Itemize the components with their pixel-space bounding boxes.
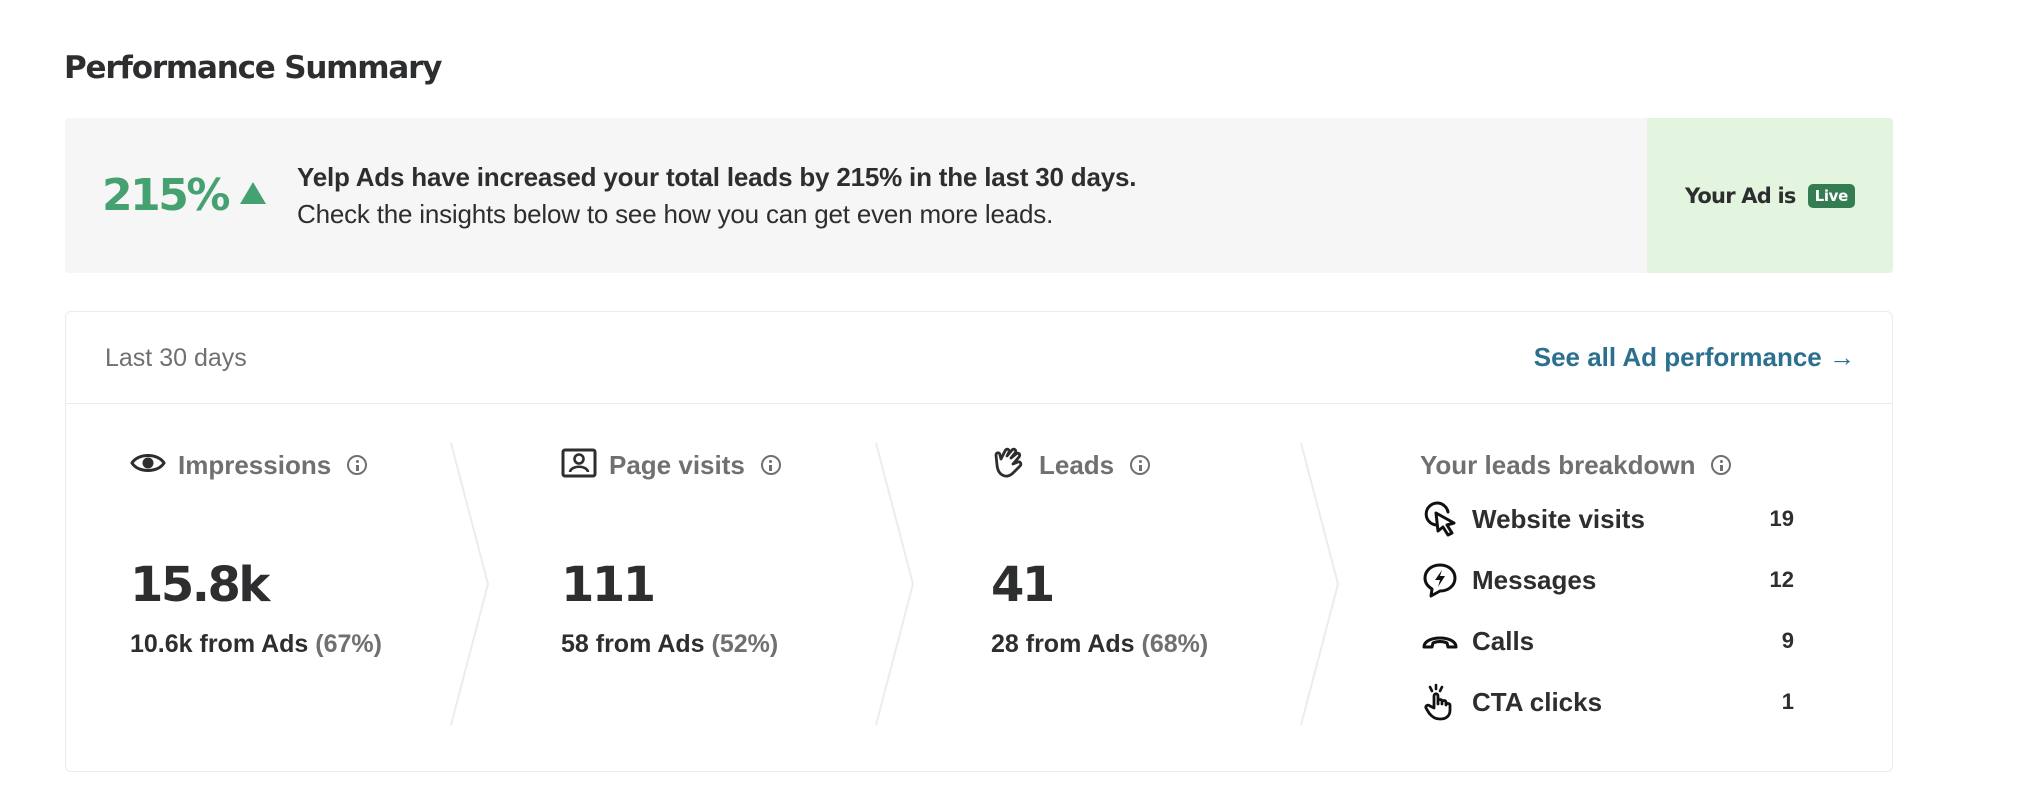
metric-label: Leads xyxy=(1039,449,1115,480)
banner-message-headline: Yelp Ads have increased your total leads… xyxy=(297,162,1137,192)
increase-value: 215% xyxy=(102,170,230,221)
from-ads-text: 28 from Ads xyxy=(991,630,1135,658)
metric-page-visits: Page visits 111 58 from Ads (52%) xyxy=(561,447,781,658)
info-icon[interactable] xyxy=(1130,455,1151,475)
increase-indicator: 215% xyxy=(102,170,266,221)
triangle-up-icon xyxy=(239,181,266,204)
ads-share: (67%) xyxy=(315,630,382,658)
leads-breakdown: Your leads breakdown Website visits 19 M… xyxy=(1420,447,1850,721)
period-label: Last 30 days xyxy=(105,344,247,372)
phone-icon xyxy=(1420,621,1460,661)
breakdown-item-calls: Calls 9 xyxy=(1420,621,1850,661)
breakdown-count: 1 xyxy=(1781,689,1794,714)
metric-from-ads: 10.6k from Ads (67%) xyxy=(130,630,382,659)
breakdown-item-cta-clicks: CTA clicks 1 xyxy=(1420,682,1850,722)
profile-card-icon xyxy=(561,448,597,483)
breakdown-count: 9 xyxy=(1781,628,1794,653)
funnel-divider xyxy=(875,443,915,725)
eye-icon xyxy=(130,451,166,480)
see-all-ad-performance-link[interactable]: See all Ad performance → xyxy=(1534,342,1855,373)
metric-label: Impressions xyxy=(178,449,332,480)
page-title: Performance Summary xyxy=(64,50,442,86)
banner-message-subtext: Check the insights below to see how you … xyxy=(297,199,1054,229)
metric-value: 41 xyxy=(991,557,1055,613)
card-header: Last 30 days See all Ad performance → xyxy=(66,312,1892,404)
metric-impressions: Impressions 15.8k 10.6k from Ads (67%) xyxy=(130,447,382,659)
metric-from-ads: 58 from Ads (52%) xyxy=(561,630,778,659)
ads-share: (68%) xyxy=(1141,630,1209,658)
breakdown-item-messages: Messages 12 xyxy=(1420,560,1850,600)
breakdown-label: Calls xyxy=(1472,625,1535,656)
breakdown-count: 19 xyxy=(1769,506,1794,531)
breakdown-label: Messages xyxy=(1472,564,1597,595)
from-ads-text: 10.6k from Ads xyxy=(130,630,309,658)
funnel-divider xyxy=(450,443,490,725)
info-icon[interactable] xyxy=(1711,455,1732,475)
live-status-badge: Live xyxy=(1807,183,1856,208)
info-icon[interactable] xyxy=(760,455,781,475)
metric-value: 111 xyxy=(561,557,656,613)
waving-hand-icon xyxy=(991,445,1027,486)
metric-value: 15.8k xyxy=(130,557,270,613)
banner-message: Yelp Ads have increased your total leads… xyxy=(297,162,1136,230)
info-icon[interactable] xyxy=(347,455,368,475)
breakdown-count: 12 xyxy=(1769,567,1794,592)
tap-hand-icon xyxy=(1420,682,1460,722)
cursor-click-icon xyxy=(1420,499,1460,539)
ad-status-text: Your Ad is xyxy=(1684,183,1796,208)
funnel-divider xyxy=(1300,443,1340,725)
from-ads-text: 58 from Ads xyxy=(561,630,705,658)
breakdown-title: Your leads breakdown xyxy=(1420,449,1696,480)
ads-share: (52%) xyxy=(711,630,779,658)
ad-status-panel: Your Ad is Live xyxy=(1647,118,1893,273)
performance-card: Last 30 days See all Ad performance → Im… xyxy=(65,311,1893,772)
metric-label: Page visits xyxy=(609,449,745,480)
breakdown-label: Website visits xyxy=(1472,503,1645,534)
metric-leads: Leads 41 28 from Ads (68%) xyxy=(991,445,1208,658)
metric-from-ads: 28 from Ads (68%) xyxy=(991,630,1208,659)
breakdown-item-website-visits: Website visits 19 xyxy=(1420,499,1850,539)
message-bolt-icon xyxy=(1420,560,1460,600)
breakdown-label: CTA clicks xyxy=(1472,686,1603,717)
performance-banner: 215% Yelp Ads have increased your total … xyxy=(65,118,1893,273)
